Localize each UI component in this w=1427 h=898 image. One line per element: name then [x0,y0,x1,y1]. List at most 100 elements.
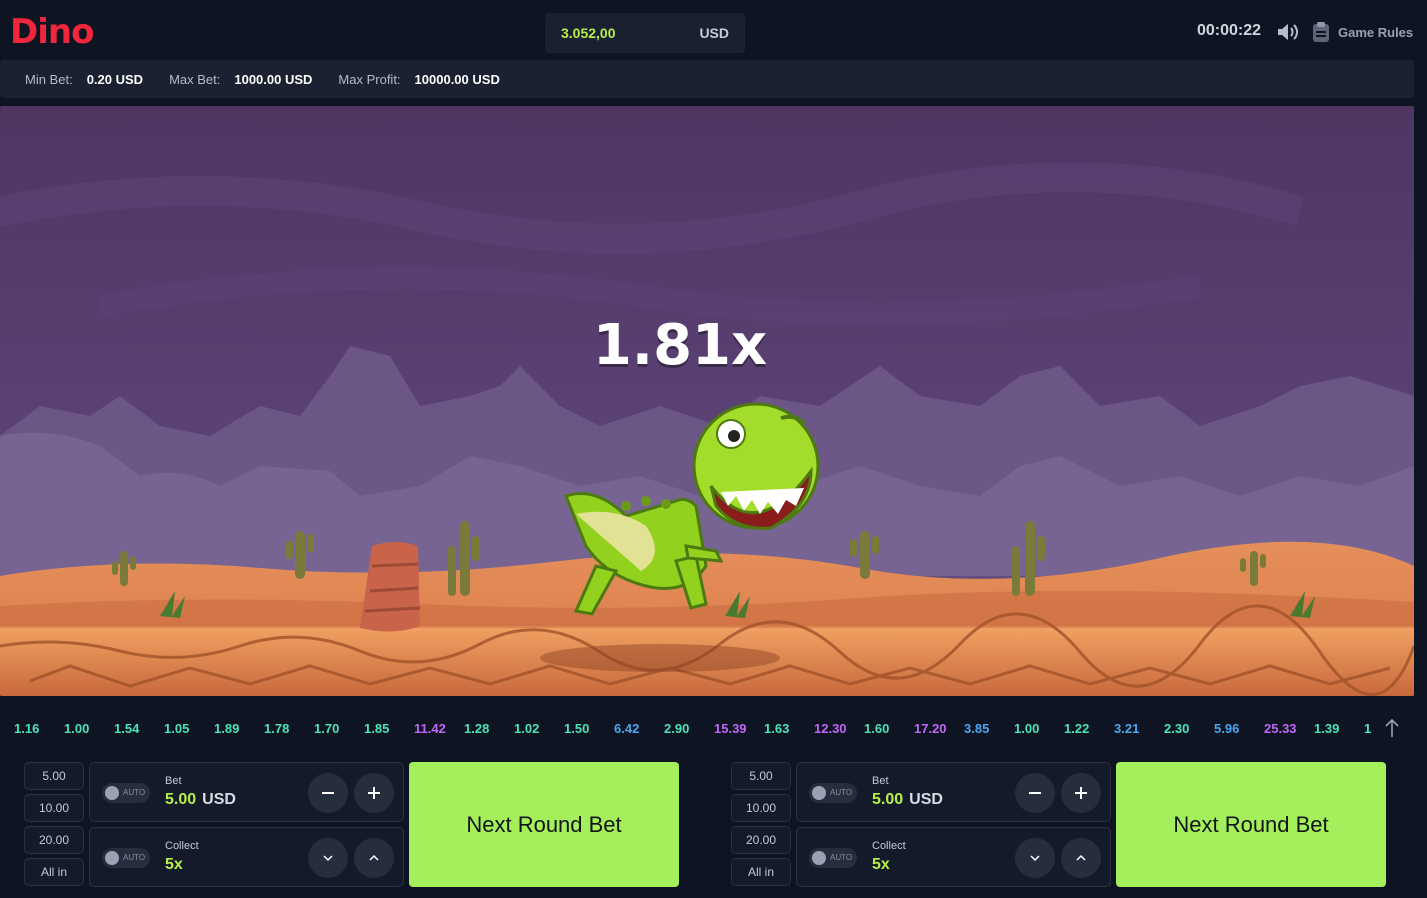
history-item: 15.39 [714,721,747,736]
history-item: 1.02 [514,721,540,736]
history-item: 2.30 [1164,721,1190,736]
dino-character [564,402,820,616]
max-bet-label: Max Bet: [169,71,221,87]
history-item: 6.42 [614,721,640,736]
collect-label: Collect [872,840,906,852]
chevron-up-icon [1076,854,1086,861]
balance-amount: 3.052,00 [561,25,616,41]
bet-currency: USD [909,791,943,808]
game-rules-button[interactable]: Game Rules [1312,21,1413,43]
history-item: 1.54 [114,721,140,736]
decrease-collect-button[interactable] [308,838,348,878]
history-item: 1.60 [864,721,890,736]
bet-amount: 5.00 [872,791,904,808]
history-item: 1.16 [14,721,40,736]
quick-bet-all-in[interactable]: All in [731,858,791,886]
max-profit-label: Max Profit: [338,71,401,87]
history-item: 5.96 [1214,721,1240,736]
history-item: 12.30 [814,721,847,736]
collect-label: Collect [165,840,199,852]
auto-label: AUTO [830,853,853,862]
max-bet-value: 1000.00 USD [234,71,313,87]
next-round-bet-button[interactable]: Next Round Bet [409,762,679,887]
collect-value[interactable]: 5x [872,856,890,874]
quick-bet-5[interactable]: 5.00 [731,762,791,790]
current-multiplier: 1.81x [592,313,768,378]
history-item: 1.28 [464,721,490,736]
min-bet-label: Min Bet: [25,71,73,87]
history-item: 1.70 [314,721,340,736]
toggle-knob [812,786,826,800]
quick-bet-20[interactable]: 20.00 [24,826,84,854]
quick-bet-10[interactable]: 10.00 [731,794,791,822]
history-item: 1.05 [164,721,190,736]
history-item: 1.78 [264,721,290,736]
history-item: 1.89 [214,721,240,736]
auto-collect-toggle[interactable]: AUTO [809,848,857,868]
minus-icon [1029,792,1041,794]
bet-amount: 5.00 [165,791,197,808]
multiplier-history: 1.16 1.00 1.54 1.05 1.89 1.78 1.70 1.85 11.42 1.2… [0,706,1414,750]
game-rules-label: Game Rules [1338,24,1414,40]
history-item: 17.20 [914,721,947,736]
history-item: 3.21 [1114,721,1140,736]
collect-value[interactable]: 5x [165,856,183,874]
history-item: 1.39 [1314,721,1340,736]
arrow-up-icon[interactable] [1384,718,1400,738]
minus-icon [322,792,334,794]
increase-collect-button[interactable] [354,838,394,878]
quick-bet-20[interactable]: 20.00 [731,826,791,854]
bet-amount-box: AUTO Bet 5.00 USD [796,762,1111,822]
bet-label: Bet [165,775,182,787]
history-item: 1.00 [64,721,90,736]
app-logo: Dino [10,12,94,52]
history-item: 1.63 [764,721,790,736]
min-bet-value: 0.20 USD [86,71,144,87]
toggle-knob [105,786,119,800]
bet-label: Bet [872,775,889,787]
top-bar: Dino 3.052,00 USD 00:00:22 Game Rules [0,0,1427,60]
chevron-up-icon [369,854,379,861]
toggle-knob [105,851,119,865]
increase-bet-button[interactable] [354,773,394,813]
balance-display: 3.052,00 USD [545,13,745,53]
plus-icon [1075,787,1087,799]
bet-value[interactable]: 5.00 USD [872,791,943,809]
auto-label: AUTO [123,853,146,862]
game-scene: 1.81x [0,106,1414,696]
balance-currency: USD [699,25,729,41]
history-item: 1.22 [1064,721,1090,736]
decrease-bet-button[interactable] [1015,773,1055,813]
chevron-down-icon [1030,855,1040,862]
decrease-bet-button[interactable] [308,773,348,813]
bet-amount-box: AUTO Bet 5.00 USD [89,762,404,822]
history-item: 11.42 [414,721,446,736]
increase-bet-button[interactable] [1061,773,1101,813]
history-item: 1.00 [1014,721,1040,736]
increase-collect-button[interactable] [1061,838,1101,878]
chevron-down-icon [323,855,333,862]
history-item: 1.50 [564,721,590,736]
history-item: 2.90 [664,721,690,736]
history-item: 1.85 [364,721,390,736]
collect-box: AUTO Collect 5x [89,827,404,887]
sound-icon[interactable] [1276,22,1300,42]
history-item: 1 [1364,721,1372,736]
toggle-knob [812,851,826,865]
bet-limits-bar: Min Bet: 0.20 USD Max Bet: 1000.00 USD M… [0,60,1414,98]
quick-bet-5[interactable]: 5.00 [24,762,84,790]
auto-label: AUTO [830,788,853,797]
bet-value[interactable]: 5.00 USD [165,791,236,809]
auto-bet-toggle[interactable]: AUTO [102,783,150,803]
next-round-bet-button[interactable]: Next Round Bet [1116,762,1386,887]
quick-bet-10[interactable]: 10.00 [24,794,84,822]
decrease-collect-button[interactable] [1015,838,1055,878]
history-item: 3.85 [964,721,990,736]
bet-currency: USD [202,791,236,808]
quick-bet-all-in[interactable]: All in [24,858,84,886]
plus-icon [368,787,380,799]
auto-label: AUTO [123,788,146,797]
max-profit-value: 10000.00 USD [414,71,500,87]
auto-collect-toggle[interactable]: AUTO [102,848,150,868]
auto-bet-toggle[interactable]: AUTO [809,783,857,803]
